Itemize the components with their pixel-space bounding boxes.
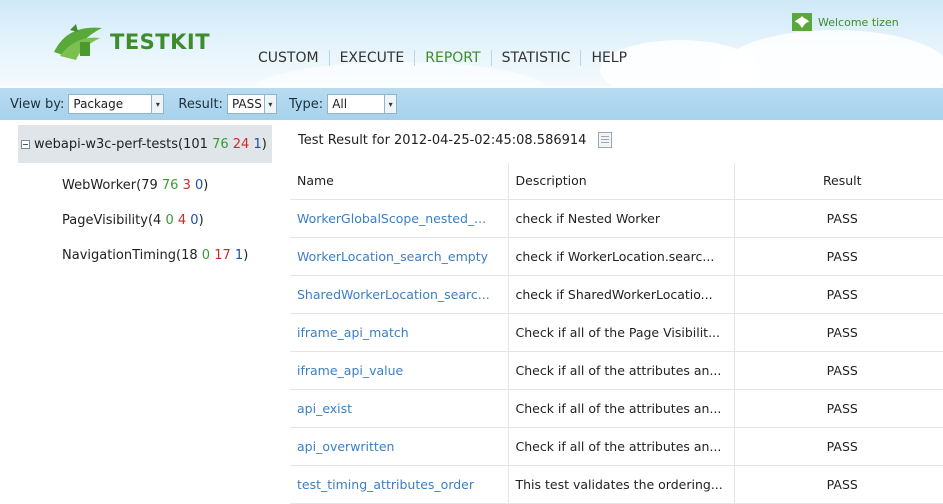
type-select[interactable]: All ▾	[327, 94, 398, 114]
test-result: PASS	[734, 199, 943, 238]
table-row: SharedWorkerLocation_searc... check if S…	[290, 275, 943, 314]
test-result: PASS	[734, 237, 943, 276]
tree-item-name: PageVisibility(	[62, 213, 154, 228]
type-value: All	[332, 97, 348, 111]
results-panel: Test Result for 2012-04-25-02:45:08.5869…	[290, 120, 943, 504]
count-total: 101	[183, 136, 208, 152]
count-fail: 4	[177, 213, 187, 228]
result-title-text: Test Result for 2012-04-25-02:45:08.5869…	[298, 132, 587, 148]
type-label: Type:	[288, 96, 324, 112]
tree-root-package[interactable]: webapi-w3c-perf-tests( 101 76 24 1)	[18, 125, 272, 163]
count-block: 1	[234, 248, 244, 263]
count-fail: 17	[214, 248, 231, 263]
table-row: api_exist Check if all of the attributes…	[290, 389, 943, 428]
test-description: check if Nested Worker	[508, 199, 735, 238]
view-by-value: Package	[73, 97, 124, 111]
test-description: Check if all of the attributes an...	[508, 389, 735, 428]
view-by-select[interactable]: Package ▾	[68, 94, 165, 114]
main-nav: CUSTOM EXECUTE REPORT STATISTIC HELP	[248, 50, 637, 66]
welcome-area: Welcome tizen	[792, 13, 899, 31]
count-total: 79	[141, 178, 158, 193]
test-name-link[interactable]: iframe_api_match	[290, 313, 509, 352]
table-row: api_overwritten Check if all of the attr…	[290, 427, 943, 466]
test-name-link[interactable]: WorkerGlobalScope_nested_...	[290, 199, 509, 238]
tree-close-paren: )	[198, 213, 204, 228]
test-description: check if WorkerLocation.searc...	[508, 237, 735, 276]
test-result: PASS	[734, 351, 943, 390]
test-name-link[interactable]: iframe_api_value	[290, 351, 509, 390]
table-header-row: Name Description Result	[290, 163, 943, 200]
test-name-link[interactable]: SharedWorkerLocation_searc...	[290, 275, 509, 314]
table-row: test_timing_attributes_order This test v…	[290, 465, 943, 504]
tree-item-name: WebWorker(	[62, 178, 142, 193]
count-total: 4	[153, 213, 162, 228]
test-result: PASS	[734, 275, 943, 314]
header-cloud	[720, 30, 943, 86]
user-icon	[792, 13, 812, 31]
nav-custom[interactable]: CUSTOM	[248, 50, 329, 66]
test-result: PASS	[734, 313, 943, 352]
count-pass: 0	[201, 248, 211, 263]
count-block: 0	[190, 213, 199, 228]
test-name-link[interactable]: test_timing_attributes_order	[290, 465, 509, 504]
filter-bar: View by: Package ▾ Result: PASS ▾ Type: …	[0, 88, 943, 120]
count-pass: 76	[212, 136, 229, 152]
tree-item-navigationtiming[interactable]: NavigationTiming(18 0 17 1)	[62, 248, 248, 263]
count-pass: 0	[165, 213, 174, 228]
chevron-down-icon: ▾	[151, 95, 164, 113]
column-header-result[interactable]: Result	[734, 163, 943, 200]
tree-item-name: NavigationTiming(	[62, 248, 182, 263]
test-description: Check if all of the attributes an...	[508, 351, 735, 390]
welcome-user[interactable]: Welcome tizen	[818, 16, 899, 29]
count-fail: 24	[232, 136, 250, 152]
test-name-link[interactable]: api_exist	[290, 389, 509, 428]
nav-help[interactable]: HELP	[581, 50, 637, 66]
chevron-down-icon: ▾	[263, 95, 276, 113]
count-pass: 76	[161, 178, 179, 193]
nav-report[interactable]: REPORT	[415, 50, 490, 66]
table-row: iframe_api_match Check if all of the Pag…	[290, 313, 943, 352]
tree-close-paren: )	[243, 248, 249, 263]
view-by-label: View by:	[10, 96, 65, 112]
test-description: Check if all of the attributes an...	[508, 427, 735, 466]
result-select[interactable]: PASS ▾	[226, 94, 277, 114]
nav-execute[interactable]: EXECUTE	[330, 50, 415, 66]
tree-close-paren: )	[203, 178, 209, 193]
column-header-description[interactable]: Description	[508, 163, 735, 200]
tree-item-webworker[interactable]: WebWorker(79 76 3 0)	[62, 178, 208, 193]
test-description: Check if all of the Page Visibilit...	[508, 313, 735, 352]
testkit-logo[interactable]: TESTKIT	[50, 22, 210, 62]
nav-statistic[interactable]: STATISTIC	[492, 50, 581, 66]
results-table: Name Description Result WorkerGlobalScop…	[290, 163, 943, 504]
tree-root-name: webapi-w3c-perf-tests(	[34, 136, 184, 152]
test-result: PASS	[734, 427, 943, 466]
test-result: PASS	[734, 465, 943, 504]
count-total: 18	[181, 248, 198, 263]
count-fail: 3	[182, 178, 191, 193]
test-description: This test validates the ordering...	[508, 465, 735, 504]
collapse-icon[interactable]	[21, 139, 30, 149]
result-title: Test Result for 2012-04-25-02:45:08.5869…	[298, 132, 613, 148]
count-block: 1	[253, 136, 262, 152]
column-header-name[interactable]: Name	[290, 163, 509, 200]
test-description: check if SharedWorkerLocatio...	[508, 275, 735, 314]
tree-close-paren: )	[261, 136, 267, 152]
package-tree: webapi-w3c-perf-tests( 101 76 24 1) WebW…	[0, 120, 290, 496]
table-row: WorkerGlobalScope_nested_... check if Ne…	[290, 199, 943, 238]
table-row: iframe_api_value Check if all of the att…	[290, 351, 943, 390]
logo-text: TESTKIT	[110, 30, 211, 54]
result-value: PASS	[231, 97, 262, 111]
test-name-link[interactable]: WorkerLocation_search_empty	[290, 237, 509, 276]
table-row: WorkerLocation_search_empty check if Wor…	[290, 237, 943, 276]
result-label: Result:	[178, 96, 223, 112]
test-name-link[interactable]: api_overwritten	[290, 427, 509, 466]
test-result: PASS	[734, 389, 943, 428]
app-header: TESTKIT CUSTOM EXECUTE REPORT STATISTIC …	[0, 0, 943, 86]
tree-item-pagevisibility[interactable]: PageVisibility(4 0 4 0)	[62, 213, 204, 228]
logo-leaf-icon	[54, 24, 102, 60]
chevron-down-icon: ▾	[384, 95, 397, 113]
export-icon[interactable]	[598, 132, 613, 148]
